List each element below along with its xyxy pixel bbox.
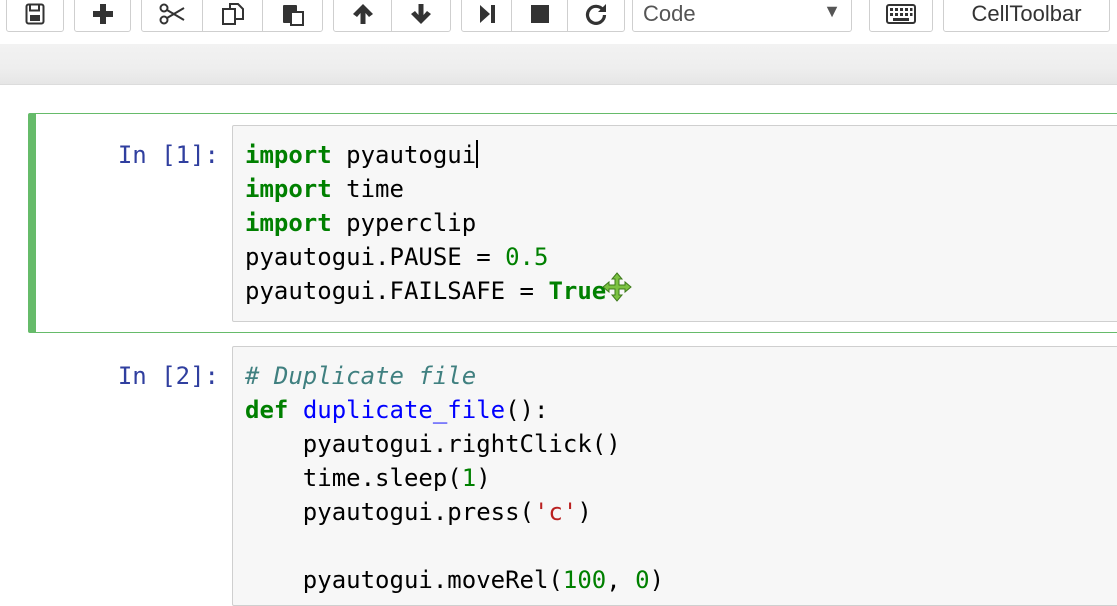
- step-forward-icon: [477, 3, 497, 25]
- code-line: pyautogui.rightClick(): [245, 430, 621, 458]
- paste-icon: [281, 2, 305, 26]
- cut-button[interactable]: [142, 0, 203, 31]
- code-input-area[interactable]: # Duplicate file def duplicate_file(): p…: [232, 346, 1117, 606]
- code-line: # Duplicate file: [245, 362, 477, 390]
- cut-icon: [159, 3, 185, 25]
- save-button[interactable]: [7, 0, 63, 31]
- celltoolbar-button[interactable]: CellToolbar: [943, 0, 1110, 32]
- edit-group: [141, 0, 323, 32]
- move-cursor-icon: [602, 272, 632, 302]
- copy-button[interactable]: [203, 0, 263, 31]
- code-line: import time: [245, 175, 404, 203]
- code-line: pyautogui.FAILSAFE = True: [245, 277, 607, 305]
- insert-group: [74, 0, 131, 32]
- save-group: [6, 0, 64, 32]
- header-separator: [0, 44, 1117, 85]
- command-palette-button[interactable]: [870, 0, 932, 31]
- move-up-button[interactable]: [334, 0, 392, 31]
- keyboard-icon: [886, 4, 916, 24]
- keyboard-group: [869, 0, 933, 32]
- arrow-up-icon: [351, 2, 375, 26]
- move-group: [333, 0, 451, 32]
- cell-type-value: Code: [643, 1, 696, 26]
- code-line: import pyautogui: [245, 140, 479, 169]
- notebook-toolbar: Code ▼ CellToolbar: [0, 0, 1117, 44]
- chevron-down-icon: ▼: [823, 1, 841, 21]
- code-line: pyautogui.PAUSE = 0.5: [245, 243, 549, 271]
- input-prompt: In [2]:: [117, 362, 219, 390]
- insert-cell-button[interactable]: [75, 0, 130, 31]
- code-line: import pyperclip: [245, 209, 477, 237]
- interrupt-button[interactable]: [512, 0, 568, 31]
- paste-button[interactable]: [263, 0, 322, 31]
- notebook-container: In [1]: import pyautogui import time imp…: [0, 85, 1117, 606]
- restart-icon: [584, 2, 608, 26]
- run-button[interactable]: [462, 0, 512, 31]
- code-line: def duplicate_file():: [245, 396, 549, 424]
- copy-icon: [221, 2, 245, 26]
- save-icon: [25, 3, 45, 25]
- code-input-area[interactable]: import pyautogui import time import pype…: [232, 125, 1117, 322]
- run-group: [461, 0, 625, 32]
- cell-type-dropdown[interactable]: Code ▼: [632, 0, 852, 32]
- plus-icon: [92, 3, 114, 25]
- code-line: time.sleep(1): [245, 464, 491, 492]
- code-line: pyautogui.press('c'): [245, 498, 592, 526]
- move-down-button[interactable]: [392, 0, 450, 31]
- arrow-down-icon: [409, 2, 433, 26]
- restart-button[interactable]: [568, 0, 624, 31]
- code-line: pyautogui.moveRel(100, 0): [245, 566, 665, 594]
- stop-icon: [530, 4, 550, 24]
- input-prompt: In [1]:: [117, 141, 219, 169]
- text-cursor: [476, 140, 479, 168]
